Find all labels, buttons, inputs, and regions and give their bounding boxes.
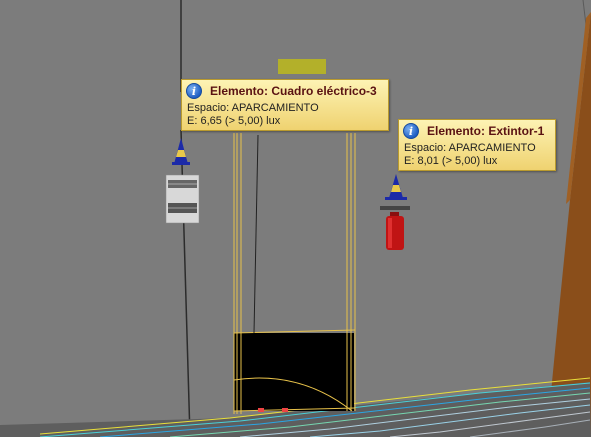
tooltip-space: Espacio: APARCAMIENTO [404, 142, 536, 154]
tooltip-illuminance: E: 6,65 (> 5,00) lux [187, 115, 281, 127]
exit-sign [278, 59, 326, 74]
element-tooltip: i Elemento: Cuadro eléctrico-3 Espacio: … [181, 79, 389, 131]
tooltip-header: i Elemento: Cuadro eléctrico-3 [182, 80, 388, 102]
3d-viewport[interactable]: i Elemento: Cuadro eléctrico-3 Espacio: … [0, 0, 591, 437]
info-icon: i [403, 123, 419, 139]
tooltip-title: Elemento: Cuadro eléctrico-3 [210, 84, 377, 98]
info-icon: i [186, 83, 202, 99]
door-marker [258, 408, 264, 412]
tooltip-title: Elemento: Extintor-1 [427, 124, 545, 138]
tooltip-illuminance: E: 8,01 (> 5,00) lux [404, 155, 498, 167]
tooltip-space: Espacio: APARCAMIENTO [187, 102, 319, 114]
fire-extinguisher [386, 212, 404, 250]
element-tooltip: i Elemento: Extintor-1 Espacio: APARCAMI… [398, 119, 556, 171]
scene-canvas[interactable] [0, 0, 591, 437]
tooltip-header: i Elemento: Extintor-1 [399, 120, 555, 142]
door-marker [282, 408, 288, 412]
electrical-panel [165, 174, 200, 224]
